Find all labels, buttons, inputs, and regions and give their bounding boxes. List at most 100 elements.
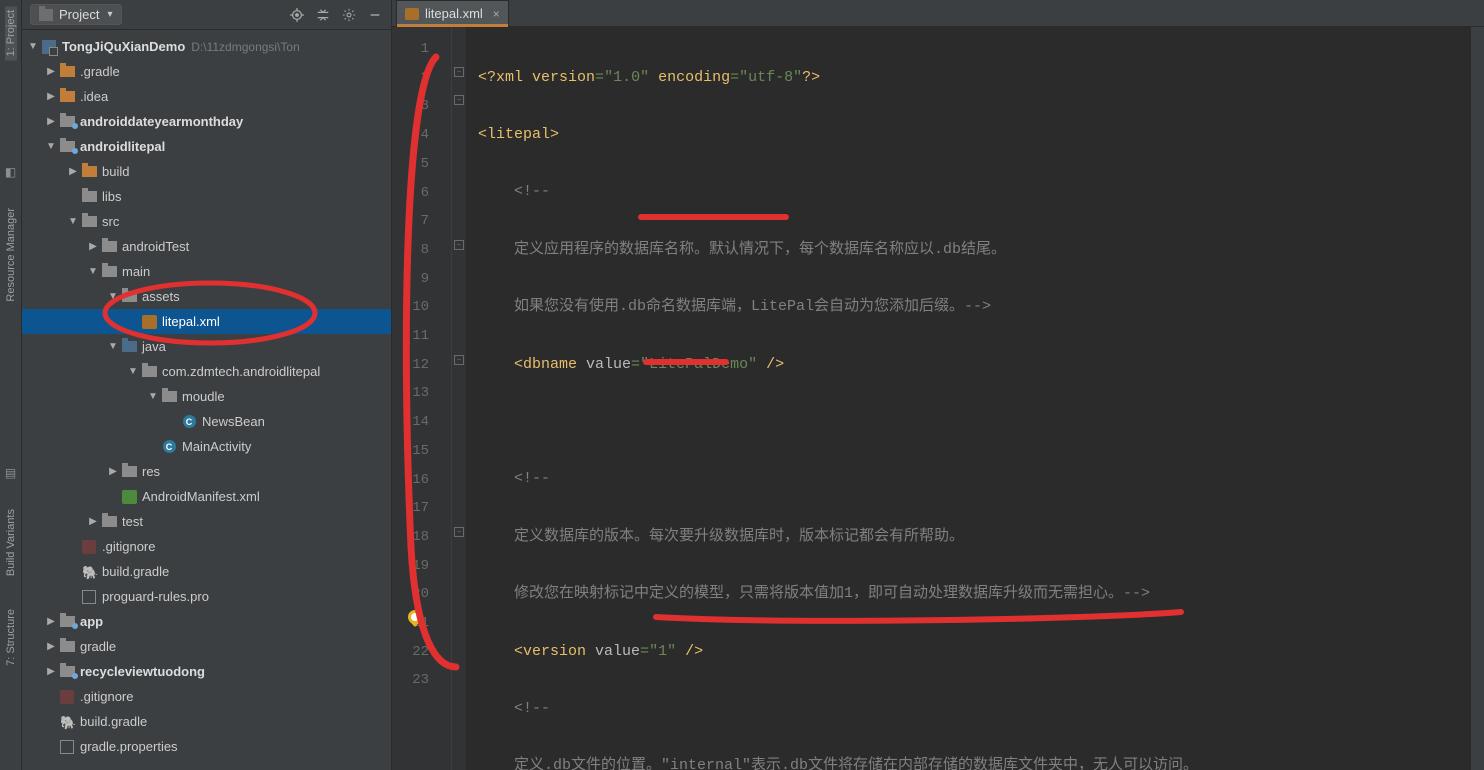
tree-item-gradle[interactable]: ▶gradle: [22, 634, 391, 659]
file-icon: [60, 740, 74, 754]
tree-item-recycleview[interactable]: ▶recycleviewtuodong: [22, 659, 391, 684]
tree-label: .gitignore: [80, 689, 133, 704]
tree-label: com.zdmtech.androidlitepal: [162, 364, 320, 379]
fold-toggle-icon[interactable]: −: [454, 67, 464, 77]
editor-area: litepal.xml × 12345678910111213141516171…: [392, 0, 1484, 770]
tree-item-androidtest[interactable]: ▶androidTest: [22, 234, 391, 259]
class-icon: C: [183, 415, 196, 428]
tree-label: main: [122, 264, 150, 279]
resource-manager-icon: ◧: [5, 165, 16, 179]
build-variants-icon: ▤: [5, 466, 16, 480]
tree-item-buildgradle[interactable]: ▶🐘build.gradle: [22, 559, 391, 584]
folder-icon: [102, 241, 117, 252]
gradle-icon: 🐘: [60, 715, 74, 729]
folder-icon: [82, 166, 97, 177]
tree-item-litepal-xml[interactable]: ▶litepal.xml: [22, 309, 391, 334]
module-folder-icon: [60, 666, 75, 677]
tree-path: D:\11zdmgongsi\Ton: [191, 40, 300, 54]
tree-item-src[interactable]: ▼src: [22, 209, 391, 234]
folder-icon: [82, 216, 97, 227]
tree-item-proguard[interactable]: ▶proguard-rules.pro: [22, 584, 391, 609]
xml-file-icon: [405, 8, 419, 20]
chevron-down-icon: ▾: [107, 9, 112, 20]
fold-toggle-icon[interactable]: −: [454, 527, 464, 537]
tree-item-res[interactable]: ▶res: [22, 459, 391, 484]
tool-window-resource-manager[interactable]: Resource Manager: [5, 204, 17, 306]
tree-item-module-litepal[interactable]: ▼androidlitepal: [22, 134, 391, 159]
tree-item-module-date[interactable]: ▶androiddateyearmonthday: [22, 109, 391, 134]
tree-label: NewsBean: [202, 414, 265, 429]
tree-label: build.gradle: [102, 564, 169, 579]
tree-label: build.gradle: [80, 714, 147, 729]
tab-label: litepal.xml: [425, 6, 483, 21]
hide-icon[interactable]: [367, 7, 383, 23]
file-icon: [82, 590, 96, 604]
locate-icon[interactable]: [289, 7, 305, 23]
tree-item-gradle-dir[interactable]: ▶.gradle: [22, 59, 391, 84]
tool-window-build-variants[interactable]: Build Variants: [5, 505, 17, 580]
tree-label: libs: [102, 189, 122, 204]
folder-icon: [102, 516, 117, 527]
tool-window-structure[interactable]: 7: Structure: [5, 605, 17, 670]
folder-icon: [60, 641, 75, 652]
project-tree[interactable]: ▼ TongJiQuXianDemo D:\11zdmgongsi\Ton ▶.…: [22, 30, 391, 770]
fold-gutter[interactable]: − − − − −: [452, 27, 466, 770]
fold-toggle-icon[interactable]: −: [454, 95, 464, 105]
tree-item-main[interactable]: ▼main: [22, 259, 391, 284]
gitignore-icon: [60, 690, 74, 704]
editor-body[interactable]: 1234567891011121314151617181920212223 − …: [392, 27, 1484, 770]
fold-toggle-icon[interactable]: −: [454, 355, 464, 365]
tree-root[interactable]: ▼ TongJiQuXianDemo D:\11zdmgongsi\Ton: [22, 34, 391, 59]
folder-icon: [39, 9, 53, 21]
tree-item-moudle[interactable]: ▼moudle: [22, 384, 391, 409]
tree-item-manifest[interactable]: ▶AndroidManifest.xml: [22, 484, 391, 509]
module-icon: [42, 40, 56, 54]
panel-title: Project: [59, 7, 99, 22]
folder-icon: [122, 466, 137, 477]
package-icon: [142, 366, 157, 377]
editor-tab-litepal[interactable]: litepal.xml ×: [396, 0, 509, 26]
code-editor[interactable]: <?xml version="1.0" encoding="utf-8"?> <…: [466, 27, 1470, 770]
tool-window-project[interactable]: 1: Project: [5, 6, 17, 60]
tree-label: test: [122, 514, 143, 529]
project-view-selector[interactable]: Project ▾: [30, 4, 122, 25]
marker-strip[interactable]: [1470, 27, 1484, 770]
tree-label: .gitignore: [102, 539, 155, 554]
tree-label: AndroidManifest.xml: [142, 489, 260, 504]
tree-item-build[interactable]: ▶build: [22, 159, 391, 184]
tree-label: recycleviewtuodong: [80, 664, 205, 679]
xml-file-icon: [142, 315, 157, 329]
tree-item-buildgradle-root[interactable]: ▶🐘build.gradle: [22, 709, 391, 734]
tree-item-mainactivity[interactable]: ▶CMainActivity: [22, 434, 391, 459]
tree-item-assets[interactable]: ▼assets: [22, 284, 391, 309]
gitignore-icon: [82, 540, 96, 554]
package-icon: [162, 391, 177, 402]
tree-label: res: [142, 464, 160, 479]
tree-item-package[interactable]: ▼com.zdmtech.androidlitepal: [22, 359, 391, 384]
tree-item-idea-dir[interactable]: ▶.idea: [22, 84, 391, 109]
tree-item-newsbean[interactable]: ▶CNewsBean: [22, 409, 391, 434]
tree-item-gitignore[interactable]: ▶.gitignore: [22, 534, 391, 559]
fold-toggle-icon[interactable]: −: [454, 240, 464, 250]
tree-label: androidTest: [122, 239, 189, 254]
folder-icon: [102, 266, 117, 277]
tree-label: gradle.properties: [80, 739, 178, 754]
module-folder-icon: [60, 141, 75, 152]
tree-label: litepal.xml: [162, 314, 220, 329]
tree-item-java[interactable]: ▼java: [22, 334, 391, 359]
folder-icon: [82, 191, 97, 202]
close-icon[interactable]: ×: [493, 7, 500, 21]
tree-item-test[interactable]: ▶test: [22, 509, 391, 534]
tree-label: MainActivity: [182, 439, 251, 454]
left-tool-rail: 1: Project ◧ Resource Manager ▤ Build Va…: [0, 0, 22, 770]
tree-item-gitignore-root[interactable]: ▶.gitignore: [22, 684, 391, 709]
tree-label: java: [142, 339, 166, 354]
tree-item-app[interactable]: ▶app: [22, 609, 391, 634]
tree-item-libs[interactable]: ▶libs: [22, 184, 391, 209]
gear-icon[interactable]: [341, 7, 357, 23]
tree-item-gradleprops[interactable]: ▶gradle.properties: [22, 734, 391, 759]
tree-label: TongJiQuXianDemo: [62, 39, 185, 54]
collapse-all-icon[interactable]: [315, 7, 331, 23]
gradle-icon: 🐘: [82, 565, 96, 579]
tree-label: app: [80, 614, 103, 629]
